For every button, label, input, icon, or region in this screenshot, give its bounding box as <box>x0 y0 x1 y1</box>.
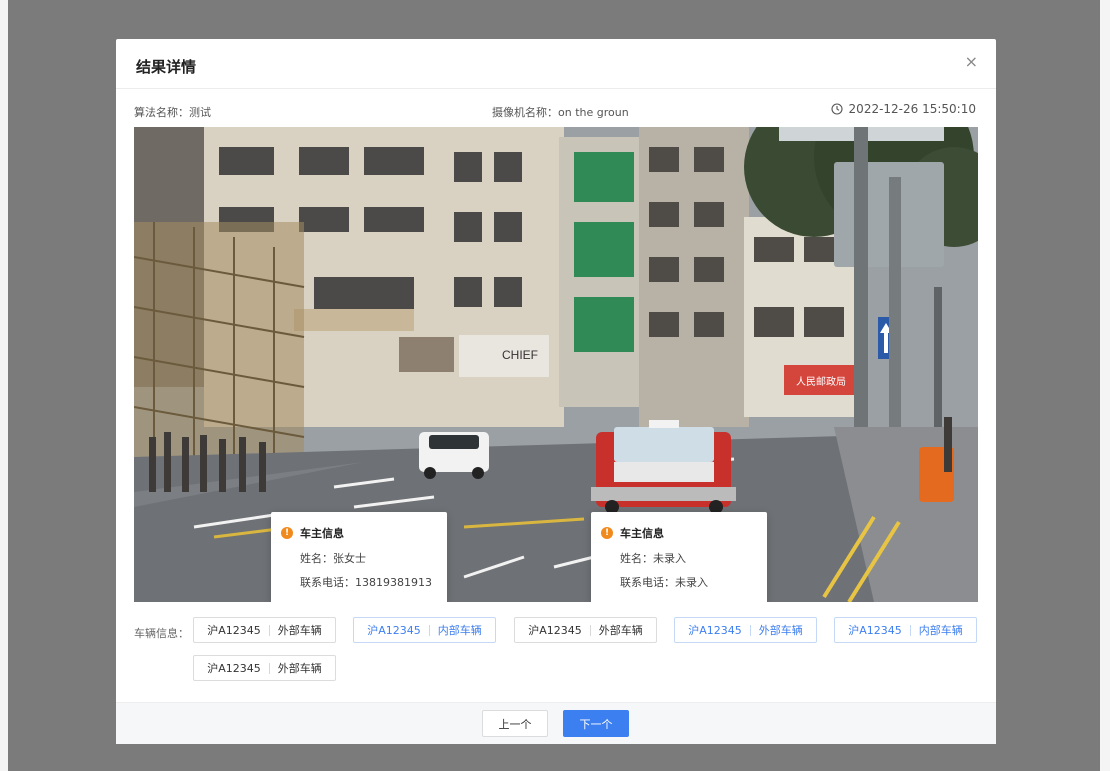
vehicle-plate: 沪A12345 <box>528 624 582 637</box>
backdrop-edge-left <box>0 0 8 771</box>
info-icon: ! <box>281 527 293 539</box>
vehicle-info-label: 车辆信息： <box>134 627 189 640</box>
vehicle-type: 外部车辆 <box>277 624 322 637</box>
vehicle-type: 外部车辆 <box>277 662 322 675</box>
vehicle-type: 内部车辆 <box>437 624 482 637</box>
result-detail-dialog: 结果详情 × 算法名称：测试 摄像机名称：on the groun 2022-1… <box>116 39 996 744</box>
vehicle-tag[interactable]: 沪A12345 外部车辆 <box>193 617 336 643</box>
vehicle-tag[interactable]: 沪A12345 内部车辆 <box>834 617 977 643</box>
owner-name: 姓名：未录入 <box>620 552 686 565</box>
popup-heading: 车主信息 <box>620 527 664 540</box>
timestamp-text: 2022-12-26 15:50:10 <box>848 102 976 116</box>
vehicle-plate: 沪A12345 <box>207 662 261 675</box>
camera-name: 摄像机名称：on the groun <box>492 106 629 119</box>
dialog-title: 结果详情 <box>136 58 197 76</box>
tag-divider <box>268 662 270 674</box>
popup-heading: 车主信息 <box>300 527 344 540</box>
clock-icon <box>830 103 843 115</box>
tag-divider <box>268 624 270 636</box>
timestamp: 2022-12-26 15:50:10 <box>830 102 976 116</box>
algorithm-name: 算法名称：测试 <box>134 106 211 119</box>
street-scene-illustration: CHIEF 人民邮政局 <box>134 127 978 602</box>
sign-chief: CHIEF <box>502 348 538 362</box>
vehicle-type: 内部车辆 <box>918 624 963 637</box>
vehicle-tag[interactable]: 沪A12345 外部车辆 <box>514 617 657 643</box>
vehicle-plate: 沪A12345 <box>848 624 902 637</box>
owner-phone: 联系电话：13819381913 <box>300 576 432 589</box>
vehicle-plate: 沪A12345 <box>207 624 261 637</box>
capture-image: CHIEF 人民邮政局 ! 车主信息 姓名：张女士 联系电话：138193819… <box>134 127 978 602</box>
vehicle-type: 外部车辆 <box>758 624 803 637</box>
vehicle-plate: 沪A12345 <box>688 624 742 637</box>
vehicle-tag[interactable]: 沪A12345 外部车辆 <box>193 655 336 681</box>
owner-name: 姓名：张女士 <box>300 552 366 565</box>
backdrop-edge-right <box>1100 0 1110 771</box>
previous-button[interactable]: 上一个 <box>482 710 548 737</box>
vehicle-type: 外部车辆 <box>598 624 643 637</box>
vehicle-tag[interactable]: 沪A12345 外部车辆 <box>674 617 817 643</box>
dialog-footer: 上一个 下一个 <box>116 702 996 744</box>
sign-shop: 人民邮政局 <box>796 375 846 388</box>
info-icon: ! <box>601 527 613 539</box>
tag-divider <box>909 624 911 636</box>
dialog-header: 结果详情 × <box>116 39 996 89</box>
meta-row: 算法名称：测试 摄像机名称：on the groun 2022-12-26 15… <box>116 101 996 121</box>
owner-phone: 联系电话：未录入 <box>620 576 708 589</box>
vehicle-tag[interactable]: 沪A12345 内部车辆 <box>353 617 496 643</box>
next-button[interactable]: 下一个 <box>563 710 629 737</box>
close-icon[interactable]: × <box>965 54 978 70</box>
tag-divider <box>428 624 430 636</box>
tag-divider <box>589 624 591 636</box>
owner-info-popup: ! 车主信息 姓名：未录入 联系电话：未录入 <box>591 512 767 602</box>
owner-info-popup: ! 车主信息 姓名：张女士 联系电话：13819381913 <box>271 512 447 602</box>
tag-divider <box>749 624 751 636</box>
vehicle-plate: 沪A12345 <box>367 624 421 637</box>
